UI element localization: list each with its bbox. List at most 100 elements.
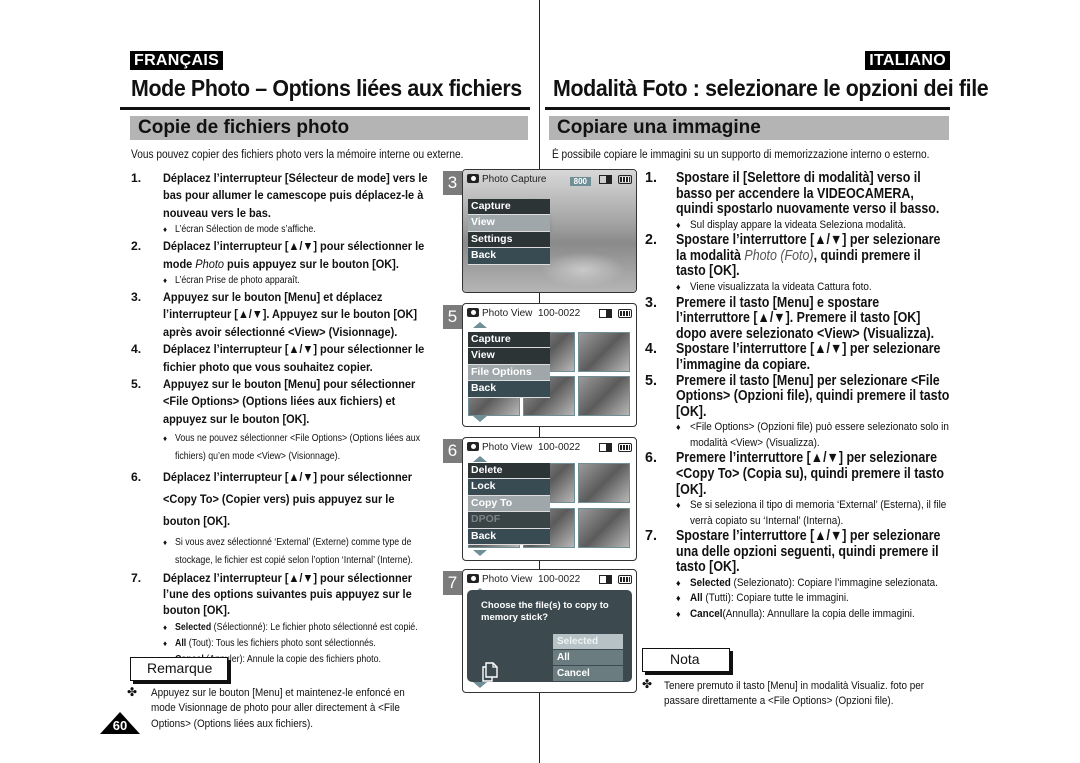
scroll-up-icon[interactable] xyxy=(473,456,487,462)
menu-item-lock[interactable]: Lock xyxy=(468,479,550,496)
step-note: ♦ Se si seleziona il tipo di memoria ‘Ext… xyxy=(676,499,947,527)
diamond-bullet-icon: ♦ xyxy=(163,276,168,286)
step-text: Spostare il [Selettore di modalità] vers… xyxy=(676,170,940,218)
diamond-bullet-icon: ♦ xyxy=(163,434,168,444)
option-selected: ♦ Selected (Sélectionné): Le fichier phot… xyxy=(163,622,418,634)
diamond-bullet-icon: ♦ xyxy=(163,538,168,548)
step-number: 5. xyxy=(645,372,657,389)
step-7: 7. Spostare l’interruttore [▲/▼] per sel… xyxy=(645,528,950,576)
screen-file-options-menu: Photo View 100-0022 Delete Lock Copy To … xyxy=(462,437,637,561)
step-text: Déplacez l’interrupteur [▲/▼] pour sélec… xyxy=(163,470,413,529)
step-text: Spostare l’interruttore [▲/▼] per selezi… xyxy=(676,341,941,373)
menu-item-delete[interactable]: Delete xyxy=(468,463,550,480)
intro-french: Vous pouvez copier des fichiers photo ve… xyxy=(131,149,464,161)
step-5: 5. Premere il tasto [Menu] per seleziona… xyxy=(645,372,950,421)
photo-thumbnail[interactable] xyxy=(578,332,630,372)
step-note: ♦ L’écran Sélection de mode s’affiche. xyxy=(163,224,316,236)
dialog-option-all[interactable]: All xyxy=(553,650,623,665)
note-text-italian: Tenere premuto il tasto [Menu] in modali… xyxy=(664,680,925,708)
battery-icon xyxy=(618,443,632,452)
scroll-down-icon[interactable] xyxy=(473,682,487,688)
scroll-down-icon[interactable] xyxy=(473,416,487,422)
screen-step-badge: 3 xyxy=(443,171,462,195)
menu-item-dpof: DPOF xyxy=(468,512,550,529)
menu-item-back[interactable]: Back xyxy=(468,381,550,398)
step-note: ♦ <File Options> (Opzioni file) può esser… xyxy=(676,421,949,449)
diamond-bullet-icon: ♦ xyxy=(676,577,681,588)
step-text: Spostare l’interruttore [▲/▼] per selezi… xyxy=(676,528,941,576)
section-heading-french: Copie de fichiers photo xyxy=(130,116,528,140)
step-1: 1. Spostare il [Selettore di modalità] v… xyxy=(645,170,950,218)
option-cancel: ♦ Cancel(Annulla): Annullare la copia del… xyxy=(645,607,950,623)
menu-item-capture[interactable]: Capture xyxy=(468,199,550,216)
note-bullet-icon: ✤ xyxy=(127,685,138,699)
menu-item-settings[interactable]: Settings xyxy=(468,231,550,249)
camera-menu: Capture View Settings Back xyxy=(468,199,550,265)
step-3: 3. Appuyez sur le bouton [Menu] et dépla… xyxy=(131,289,433,341)
resolution-badge: 800 xyxy=(569,177,591,186)
note-bullet-icon: ✤ xyxy=(642,677,653,691)
menu-item-view[interactable]: View xyxy=(468,215,550,232)
photo-thumbnail[interactable] xyxy=(578,376,630,416)
step-4: 4. Déplacez l’interrupteur [▲/▼] pour sé… xyxy=(131,341,433,376)
step-text: Premere il tasto [Menu] e spostare l’int… xyxy=(676,294,935,342)
step-3: 3. Premere il tasto [Menu] e spostare l’… xyxy=(645,294,950,343)
language-tag-italian: ITALIANO xyxy=(865,51,950,70)
step-1: 1. Déplacez l’interrupteur [Sélecteur de… xyxy=(131,170,433,222)
section-heading-italian: Copiare una immagine xyxy=(549,116,949,140)
step-note: ♦ L’écran Prise de photo apparaît. xyxy=(163,275,300,287)
memory-card-icon xyxy=(599,443,612,452)
dialog-question: Choose the file(s) to copy to memory sti… xyxy=(481,600,609,623)
page-title-french: Mode Photo – Options liées aux fichiers xyxy=(131,75,522,101)
screen-header: Photo View 100-0022 xyxy=(467,441,632,455)
steps-list-italian: 1. Spostare il [Selettore di modalità] v… xyxy=(645,170,950,623)
step-6: 6. Premere l’interruttore [▲/▼] per sele… xyxy=(645,451,950,498)
step-text: Appuyez sur le bouton [Menu] pour sélect… xyxy=(163,377,416,426)
diamond-bullet-icon: ♦ xyxy=(676,608,681,619)
diamond-bullet-icon: ♦ xyxy=(163,225,168,235)
step-text: Spostare l’interruttore [▲/▼] per selezi… xyxy=(676,232,941,280)
menu-item-capture[interactable]: Capture xyxy=(468,332,550,349)
steps-list-french: 1. Déplacez l’interrupteur [Sélecteur de… xyxy=(131,170,433,668)
screen-step-badge: 6 xyxy=(443,439,462,463)
diamond-bullet-icon: ♦ xyxy=(163,623,168,633)
dialog-option-selected[interactable]: Selected xyxy=(553,634,623,649)
step-number: 4. xyxy=(645,341,657,358)
dialog-option-cancel[interactable]: Cancel xyxy=(553,666,623,681)
step-text: Déplacez l’interrupteur [▲/▼] pour sélec… xyxy=(163,571,413,618)
memory-card-icon xyxy=(599,175,612,184)
step-7: 7. Déplacez l’interrupteur [▲/▼] pour sé… xyxy=(131,570,433,618)
menu-item-back[interactable]: Back xyxy=(468,248,550,265)
step-5: 5. Appuyez sur le bouton [Menu] pour sél… xyxy=(131,376,433,428)
step-number: 2. xyxy=(131,239,142,254)
screen-step-badge: 5 xyxy=(443,305,462,329)
step-text: Premere l’interruttore [▲/▼] per selezio… xyxy=(676,450,944,498)
camera-icon xyxy=(467,308,479,317)
scroll-down-icon[interactable] xyxy=(473,550,487,556)
step-number: 5. xyxy=(131,377,142,392)
menu-item-file-options[interactable]: File Options xyxy=(468,364,550,382)
menu-item-copy-to[interactable]: Copy To xyxy=(468,495,550,513)
screen-header: Photo View 100-0022 xyxy=(467,307,632,321)
step-note: ♦ Sul display appare la videata Seleziona… xyxy=(645,218,950,234)
battery-icon xyxy=(618,175,632,184)
screen-step-badge: 7 xyxy=(443,571,462,595)
menu-item-back[interactable]: Back xyxy=(468,528,550,545)
step-number: 3. xyxy=(131,290,142,305)
photo-thumbnail[interactable] xyxy=(578,508,630,548)
screen-header: Photo View 100-0022 xyxy=(467,573,632,587)
diamond-bullet-icon: ♦ xyxy=(163,639,168,649)
option-selected: ♦ Selected (Selezionato): Copiare l’immag… xyxy=(645,576,950,592)
step-number: 6. xyxy=(645,450,657,467)
menu-item-view[interactable]: View xyxy=(468,348,550,365)
step-6: 6. Déplacez l’interrupteur [▲/▼] pour sé… xyxy=(131,466,433,532)
scroll-up-icon[interactable] xyxy=(473,322,487,328)
photo-thumbnail[interactable] xyxy=(578,463,630,503)
step-text: Appuyez sur le bouton [Menu] et déplacez… xyxy=(163,290,418,339)
step-number: 2. xyxy=(645,232,657,249)
screen-photo-capture: Photo Capture 800 Capture View Settings … xyxy=(462,169,637,293)
step-note: ♦ Vous ne pouvez sélectionner <File Optio… xyxy=(131,430,433,465)
step-number: 3. xyxy=(645,294,657,311)
step-note: ♦ Viene visualizzata la videata Cattura f… xyxy=(645,280,950,296)
camera-menu: Delete Lock Copy To DPOF Back xyxy=(468,463,550,545)
